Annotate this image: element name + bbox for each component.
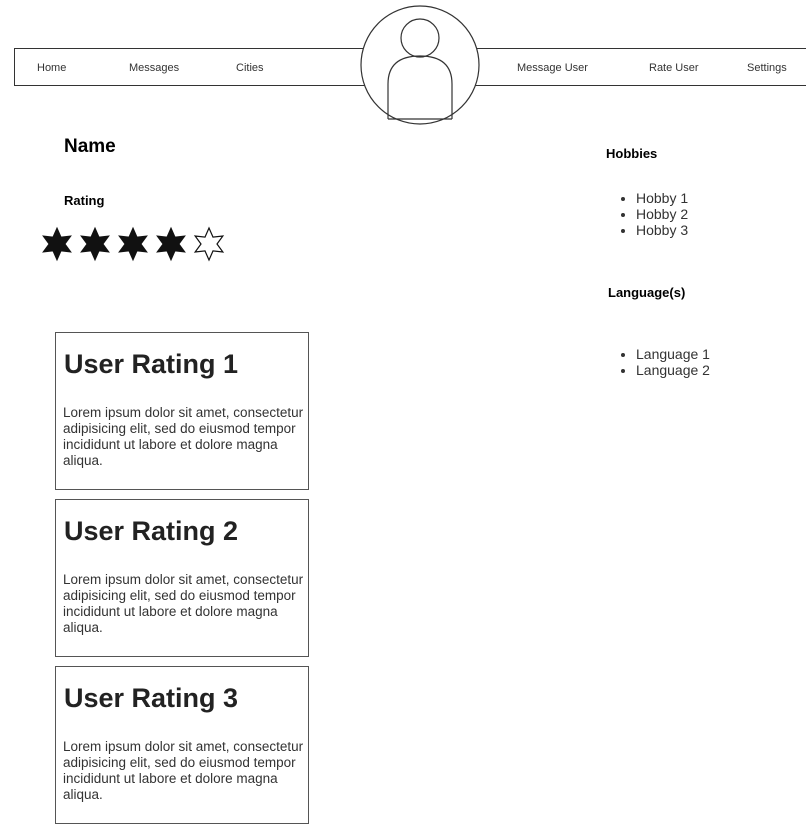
language-item: Language 1: [636, 346, 710, 362]
rating-label: Rating: [64, 193, 105, 208]
languages-list: Language 1 Language 2: [604, 346, 710, 378]
profile-avatar[interactable]: [360, 4, 480, 126]
nav-link-cities[interactable]: Cities: [236, 62, 264, 74]
nav-link-rate-user[interactable]: Rate User: [649, 62, 699, 74]
profile-name: Name: [64, 136, 116, 157]
user-rating-body: Lorem ipsum dolor sit amet, consectetur …: [63, 572, 304, 635]
hobbies-list: Hobby 1 Hobby 2 Hobby 3: [604, 190, 688, 238]
filled-star-icon[interactable]: [80, 226, 110, 262]
languages-heading: Language(s): [608, 285, 686, 300]
hobbies-heading: Hobbies: [606, 146, 658, 161]
user-rating-body: Lorem ipsum dolor sit amet, consectetur …: [63, 739, 304, 802]
filled-star-icon[interactable]: [156, 226, 186, 262]
star-rating: [42, 226, 225, 262]
user-avatar-icon: [360, 5, 480, 125]
user-rating-card: User Rating 2 Lorem ipsum dolor sit amet…: [55, 499, 309, 657]
hobby-item: Hobby 2: [636, 206, 688, 222]
user-rating-card: User Rating 3 Lorem ipsum dolor sit amet…: [55, 666, 309, 824]
user-rating-body: Lorem ipsum dolor sit amet, consectetur …: [63, 405, 304, 468]
nav-link-settings[interactable]: Settings: [747, 62, 787, 74]
filled-star-icon[interactable]: [42, 226, 72, 262]
nav-link-messages[interactable]: Messages: [129, 62, 179, 74]
user-rating-title: User Rating 1: [64, 349, 239, 379]
user-rating-card: User Rating 1 Lorem ipsum dolor sit amet…: [55, 332, 309, 490]
nav-link-message-user[interactable]: Message User: [517, 62, 588, 74]
filled-star-icon[interactable]: [118, 226, 148, 262]
user-rating-title: User Rating 3: [64, 683, 239, 713]
empty-star-icon[interactable]: [193, 226, 225, 262]
language-item: Language 2: [636, 362, 710, 378]
hobby-item: Hobby 3: [636, 222, 688, 238]
nav-link-home[interactable]: Home: [37, 62, 66, 74]
hobby-item: Hobby 1: [636, 190, 688, 206]
user-rating-title: User Rating 2: [64, 516, 239, 546]
